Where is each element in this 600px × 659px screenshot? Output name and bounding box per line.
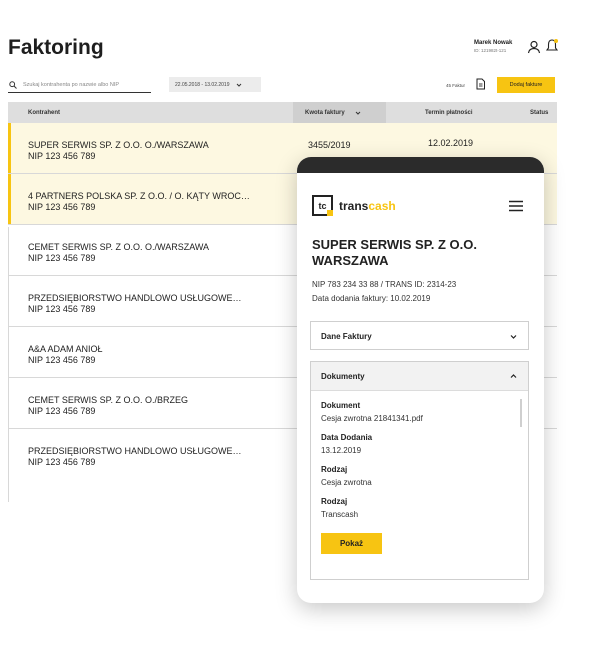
row-deadline: 12.02.2019: [428, 138, 474, 148]
column-status[interactable]: Status: [530, 102, 548, 123]
document-icon[interactable]: [475, 78, 486, 90]
logo-text-cash: cash: [368, 198, 396, 213]
field-value: Transcash: [321, 510, 359, 519]
logo-text: transcash: [339, 199, 396, 213]
company-title: SUPER SERWIS SP. Z O.O. WARSZAWA: [312, 237, 477, 268]
accordion-documents-header[interactable]: Dokumenty: [311, 362, 528, 391]
added-date: Data dodania faktury: 10.02.2019: [312, 294, 431, 303]
logo-mark: tc: [312, 195, 333, 216]
documents-body: Dokument Cesja zwrotna 21841341.pdf Data…: [311, 391, 528, 554]
field-label: Rodzaj: [321, 497, 348, 506]
row-name: A&A ADAM ANIOŁ: [28, 344, 103, 354]
row-name: PRZEDSIĘBIORSTWO HANDLOWO USŁUGOWE…: [28, 293, 242, 303]
row-nip: NIP 123 456 789: [28, 253, 96, 263]
row-nip: NIP 123 456 789: [28, 304, 96, 314]
row-nip: NIP 123 456 789: [28, 151, 96, 161]
company-ids: NIP 783 234 33 88 / TRANS ID: 2314-23: [312, 280, 457, 289]
date-range-value: 22.05.2018 - 13.02.2019: [175, 81, 230, 88]
table-left-edge: [8, 227, 9, 502]
documents-scrollbar[interactable]: [520, 399, 522, 427]
row-nip: NIP 123 456 789: [28, 355, 96, 365]
field-label: Rodzaj: [321, 465, 348, 474]
phone-status-bar: [297, 157, 544, 173]
show-button[interactable]: Pokaż: [321, 533, 382, 554]
bell-icon[interactable]: [546, 38, 558, 54]
user-block[interactable]: Marek Nowak ID: 121982t-121: [474, 40, 512, 53]
accordion-documents[interactable]: Dokumenty Dokument Cesja zwrotna 2184134…: [310, 361, 529, 580]
accordion-documents-label: Dokumenty: [321, 371, 365, 381]
chevron-up-icon: [510, 373, 517, 378]
field-value: 13.12.2019: [321, 446, 362, 455]
row-nip: NIP 123 456 789: [28, 457, 96, 467]
mobile-preview: tc transcash SUPER SERWIS SP. Z O.O. WAR…: [297, 157, 544, 603]
transcash-logo: tc transcash: [312, 195, 396, 216]
row-name: CEMET SERWIS SP. Z O.O. O./BRZEG: [28, 395, 189, 405]
user-id: ID: 121982t-121: [474, 48, 507, 53]
date-range-select[interactable]: 22.05.2018 - 13.02.2019: [169, 77, 261, 92]
chevron-down-icon: [236, 83, 241, 87]
user-name: Marek Nowak: [474, 40, 513, 46]
accordion-invoice-label: Dane Faktury: [321, 332, 372, 341]
invoice-count: 45 Faktur: [446, 83, 466, 88]
row-name: PRZEDSIĘBIORSTWO HANDLOWO USŁUGOWE…: [28, 446, 242, 456]
add-invoice-button[interactable]: Dodaj fakture: [497, 77, 555, 93]
row-nip: NIP 123 456 789: [28, 406, 96, 416]
accordion-invoice-header[interactable]: Dane Faktury: [311, 322, 528, 351]
row-name: CEMET SERWIS SP. Z O.O. O./WARSZAWA: [28, 242, 210, 252]
field-label: Data Dodania: [321, 433, 373, 442]
accordion-invoice-data[interactable]: Dane Faktury: [310, 321, 529, 350]
chevron-down-icon: [510, 335, 517, 339]
row-selected-bar: [8, 123, 11, 173]
column-deadline[interactable]: Termin płatności: [425, 102, 473, 123]
user-icon[interactable]: [527, 40, 541, 54]
logo-text-trans: trans: [339, 198, 369, 213]
column-amount-label: Kwota faktury: [305, 109, 345, 116]
search-icon: [9, 80, 17, 89]
row-selected-bar: [8, 174, 11, 224]
row-amount: 3455/2019: [308, 140, 351, 150]
row-name: SUPER SERWIS SP. Z O.O. O./WARSZAWA: [28, 140, 209, 150]
column-contractor[interactable]: Kontrahent: [28, 102, 60, 123]
field-value: Cesja zwrotna 21841341.pdf: [321, 414, 423, 423]
search-bar: [8, 77, 151, 93]
row-name: 4 PARTNERS POLSKA SP. Z O.O. / O. KĄTY W…: [28, 191, 250, 201]
column-amount[interactable]: Kwota faktury: [293, 102, 386, 123]
table-header: Kontrahent Kwota faktury Termin płatnośc…: [8, 102, 557, 123]
row-nip: NIP 123 456 789: [28, 202, 96, 212]
menu-icon[interactable]: [509, 200, 523, 212]
search-input[interactable]: [23, 81, 148, 88]
field-label: Dokument: [321, 401, 361, 410]
chevron-down-icon: [355, 111, 361, 115]
field-value: Cesja zwrotna: [321, 478, 372, 487]
page-title: Faktoring: [8, 36, 104, 59]
